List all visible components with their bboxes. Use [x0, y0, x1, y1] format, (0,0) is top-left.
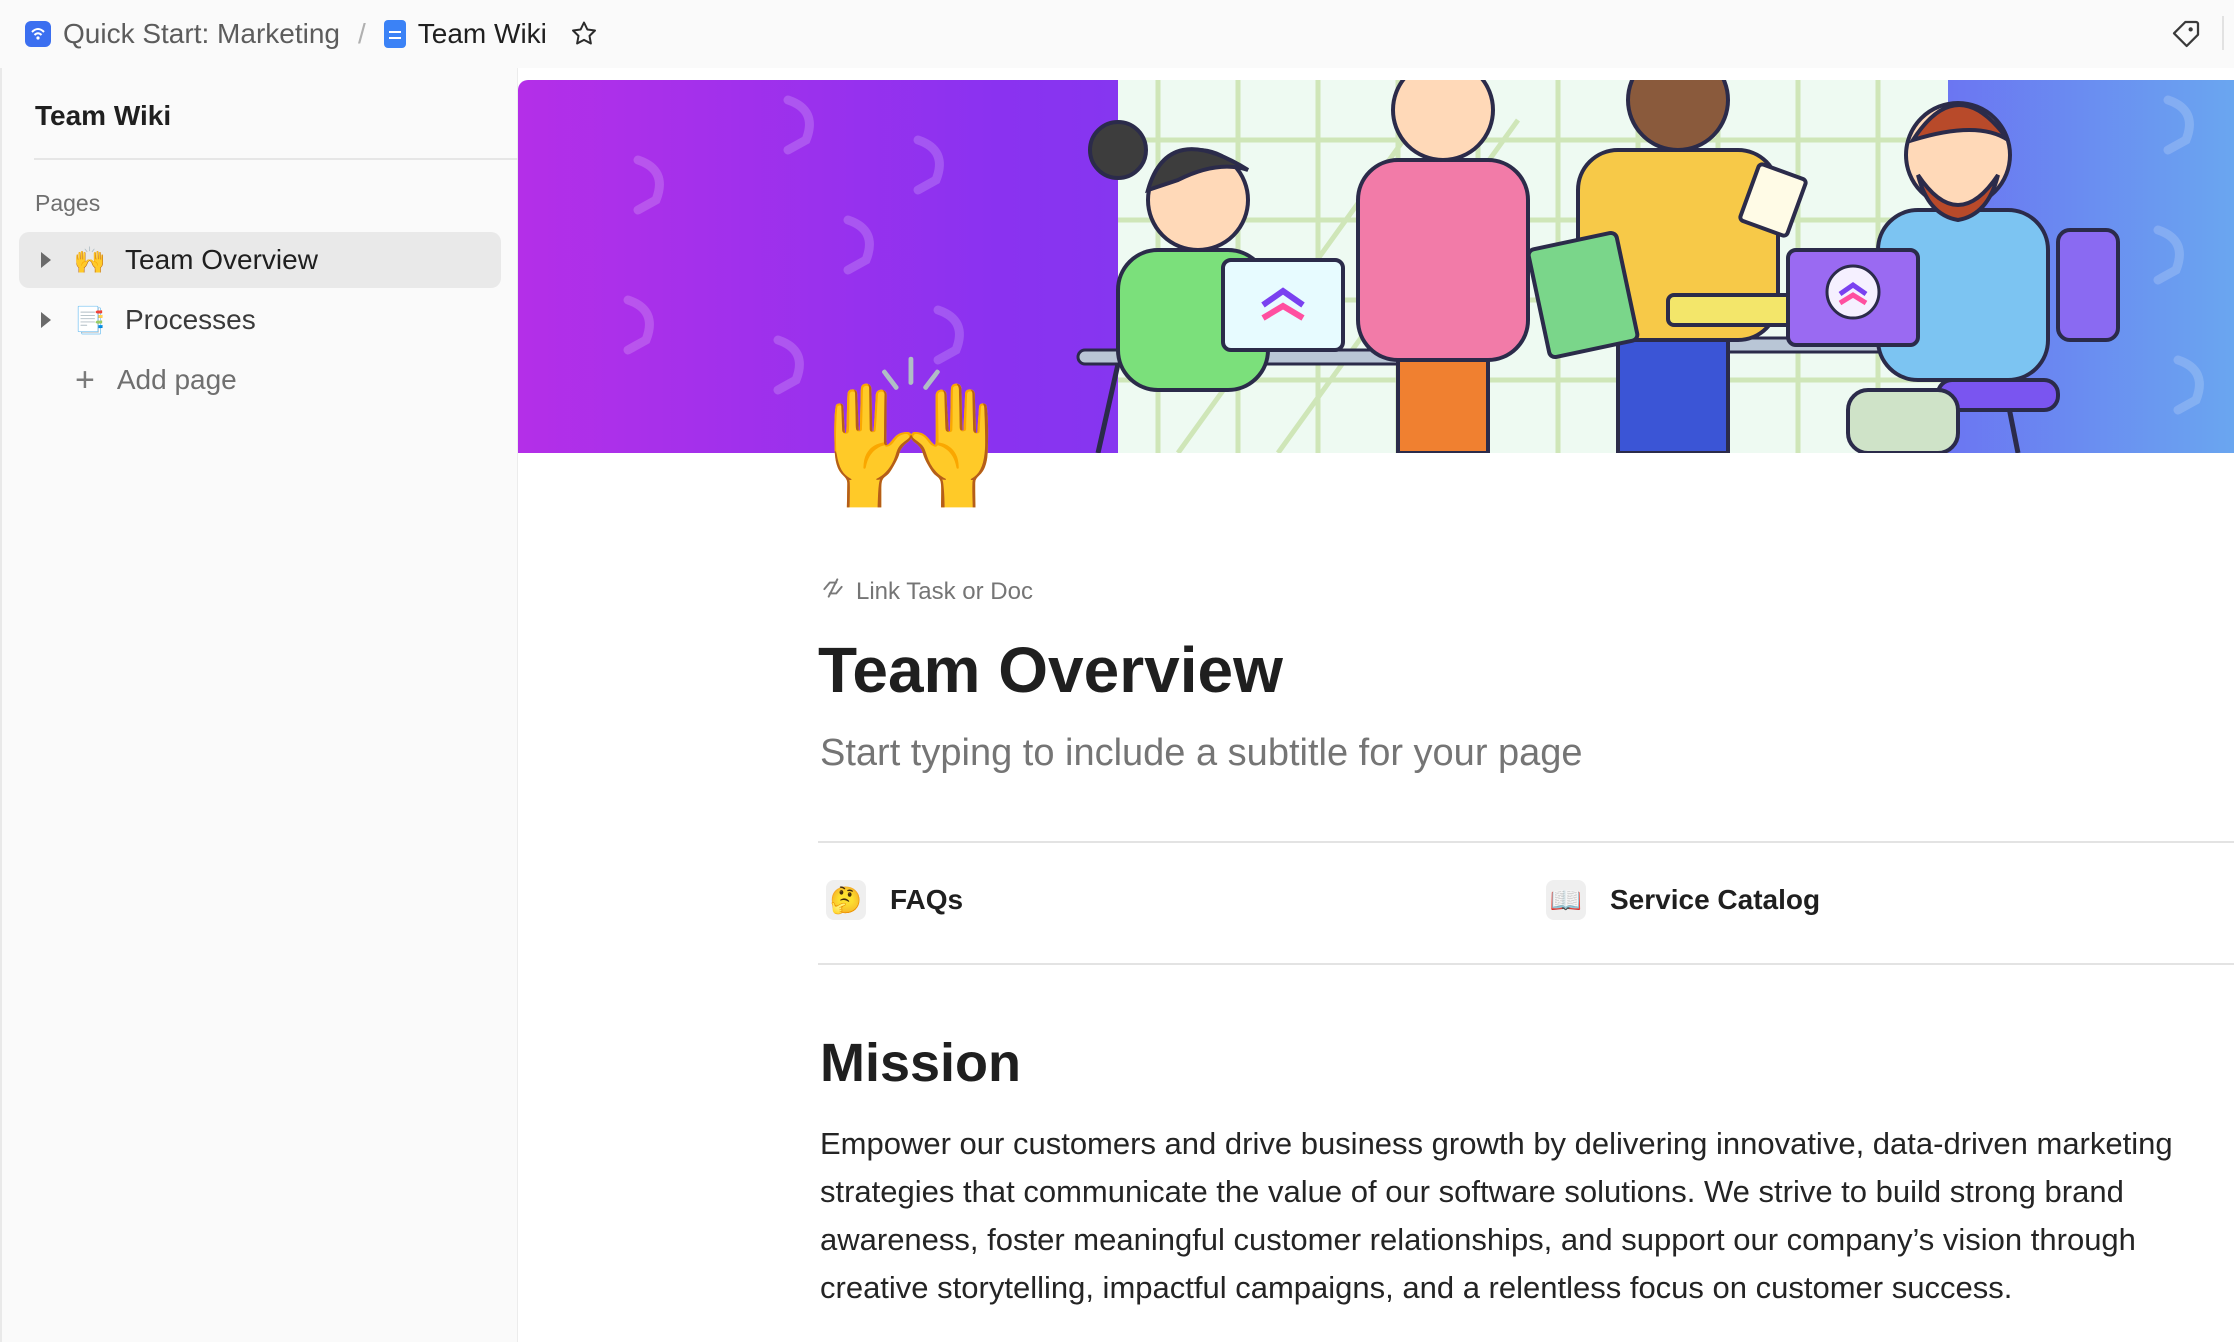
thinking-face-icon: 🤔 — [826, 880, 866, 920]
sidebar-title: Team Wiki — [35, 100, 172, 131]
page-icon-raising-hands[interactable]: 🙌 — [818, 360, 1005, 510]
sidebar-item-team-overview[interactable]: 🙌 Team Overview — [19, 232, 501, 288]
breadcrumb-doc[interactable]: Team Wiki — [418, 18, 547, 50]
sidebar-item-processes[interactable]: 📑 Processes — [19, 292, 501, 348]
subpage-link-label: FAQs — [890, 884, 964, 915]
plus-icon: + — [75, 360, 95, 399]
section-heading-mission[interactable]: Mission — [820, 1032, 1021, 1094]
breadcrumb-separator: / — [357, 18, 366, 49]
sidebar-item-label: Team Overview — [125, 244, 318, 275]
breadcrumb-space[interactable]: Quick Start: Marketing — [63, 18, 340, 50]
sidebar: Team Wiki Pages 🙌 Team Overview 📑 Proces… — [0, 68, 520, 1342]
divider — [818, 963, 2234, 965]
top-bar: Quick Start: Marketing / Team Wiki — [0, 0, 2234, 68]
breadcrumb: Quick Start: Marketing / Team Wiki — [25, 18, 599, 50]
paragraph-line: strategies that communicate the value of… — [820, 1174, 2124, 1209]
subtitle-input[interactable] — [820, 732, 2120, 775]
subpage-link-faqs[interactable]: 🤔 FAQs — [826, 880, 963, 920]
pages-section-label: Pages — [35, 190, 101, 216]
star-icon[interactable] — [569, 19, 599, 49]
doc-icon — [383, 20, 406, 48]
add-page-button[interactable]: + Add page — [19, 352, 501, 408]
paragraph-line: awareness, foster meaningful customer re… — [820, 1222, 2136, 1257]
space-wifi-icon[interactable] — [25, 21, 51, 47]
cover-banner[interactable] — [518, 80, 2234, 453]
tag-icon[interactable] — [2170, 18, 2202, 55]
link-task-label: Link Task or Doc — [856, 577, 1033, 605]
bookmark-tabs-icon: 📑 — [73, 304, 107, 335]
page-title[interactable]: Team Overview — [818, 633, 1283, 707]
caret-right-icon[interactable] — [41, 252, 51, 268]
divider — [818, 841, 2234, 843]
paragraph-line: Empower our customers and drive business… — [820, 1126, 2173, 1161]
sidebar-divider — [34, 158, 520, 160]
link-icon — [820, 575, 846, 608]
raising-hands-icon: 🙌 — [73, 244, 107, 275]
open-book-icon: 📖 — [1546, 880, 1586, 920]
caret-right-icon[interactable] — [41, 312, 51, 328]
subpage-link-label: Service Catalog — [1610, 884, 1821, 915]
add-page-label: Add page — [116, 364, 237, 395]
cover-illustration — [623, 80, 2204, 453]
paragraph-line: creative storytelling, impactful campaig… — [820, 1270, 2013, 1305]
mission-paragraph[interactable]: Empower our customers and drive business… — [820, 1120, 2234, 1312]
link-task-button[interactable]: Link Task or Doc — [820, 575, 1033, 608]
subpage-link-service-catalog[interactable]: 📖 Service Catalog — [1546, 880, 1820, 920]
topbar-divider — [2222, 16, 2224, 50]
sidebar-item-label: Processes — [125, 304, 256, 335]
